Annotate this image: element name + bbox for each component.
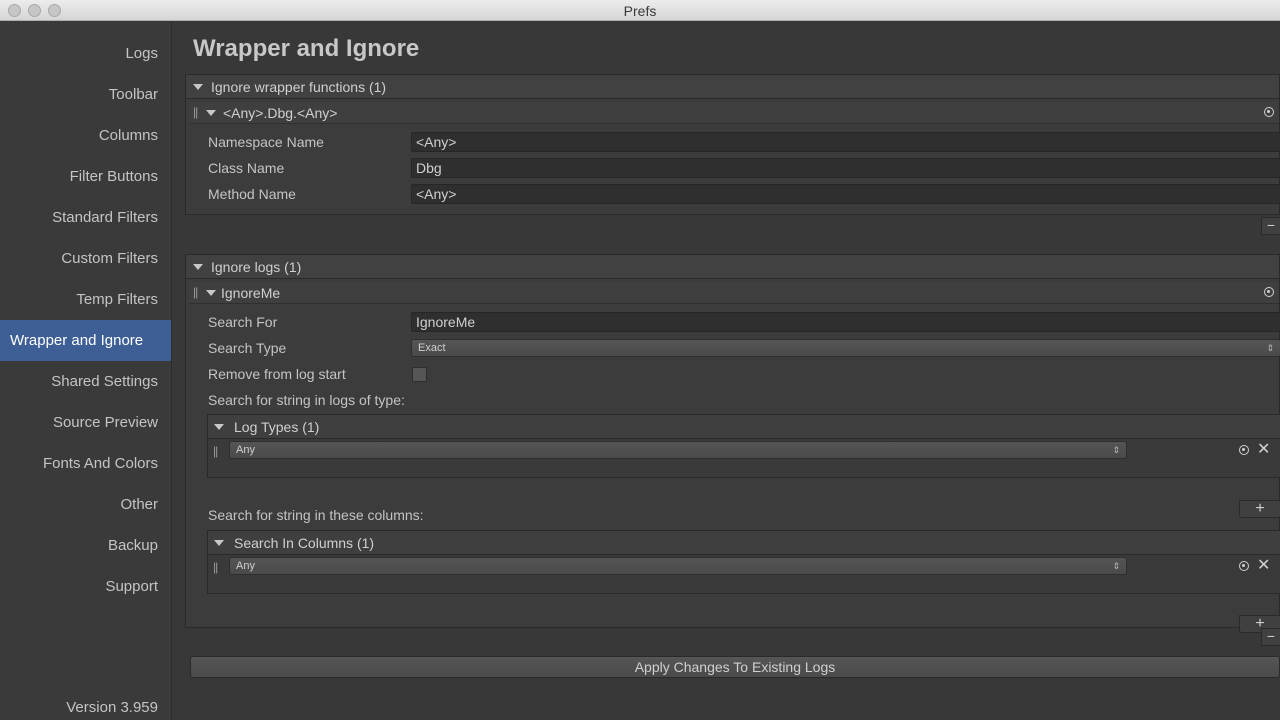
dropdown-arrow-icon: ⇕ (1112, 561, 1120, 571)
log-types-title: Log Types (1) (234, 419, 320, 435)
collapse-triangle-icon[interactable] (193, 84, 203, 90)
sidebar-item-toolbar[interactable]: Toolbar (0, 74, 171, 115)
drag-handle-icon[interactable]: || (213, 444, 218, 458)
dropdown-arrow-icon: ⇕ (1112, 445, 1120, 455)
eye-icon[interactable] (1264, 107, 1274, 117)
sidebar: Logs Toolbar Columns Filter Buttons Stan… (0, 21, 172, 720)
class-name-field[interactable]: Dbg (411, 158, 1280, 178)
search-for-label: Search For (208, 314, 278, 330)
wrapper-section-header[interactable]: Ignore wrapper functions (1) (186, 75, 1279, 99)
sidebar-item-logs[interactable]: Logs (0, 33, 171, 74)
dropdown-arrow-icon: ⇕ (1266, 343, 1274, 353)
search-type-label: Search Type (208, 340, 287, 356)
apply-changes-button[interactable]: Apply Changes To Existing Logs (190, 656, 1280, 678)
search-columns-title: Search In Columns (1) (234, 535, 375, 551)
add-log-type-button[interactable]: + (1239, 500, 1280, 518)
remove-wrapper-button[interactable]: − (1261, 217, 1280, 235)
columns-prompt: Search for string in these columns: (208, 507, 424, 523)
sidebar-item-support[interactable]: Support (0, 566, 171, 607)
search-type-dropdown[interactable]: Exact ⇕ (411, 339, 1280, 357)
ignore-logs-section-title: Ignore logs (1) (211, 259, 302, 275)
drag-handle-icon[interactable]: || (193, 105, 198, 119)
sidebar-item-shared-settings[interactable]: Shared Settings (0, 361, 171, 402)
page-title: Wrapper and Ignore (193, 35, 420, 62)
sidebar-item-other[interactable]: Other (0, 484, 171, 525)
log-types-list: Log Types (1) || Any ⇕ ✕ (207, 414, 1280, 478)
wrapper-item-header[interactable]: || <Any>.Dbg.<Any> (190, 102, 1279, 124)
version-label: Version 3.959 (66, 699, 158, 716)
collapse-triangle-icon[interactable] (193, 264, 203, 270)
ignore-item-header[interactable]: || IgnoreMe (190, 282, 1279, 304)
search-columns-list: Search In Columns (1) || Any ⇕ ✕ (207, 530, 1280, 594)
collapse-triangle-icon[interactable] (214, 540, 224, 546)
remove-from-log-start-label: Remove from log start (208, 366, 346, 382)
wrapper-section: Ignore wrapper functions (1) || <Any>.Db… (185, 74, 1280, 215)
sidebar-item-wrapper-and-ignore[interactable]: Wrapper and Ignore (0, 320, 171, 361)
collapse-triangle-icon[interactable] (214, 424, 224, 430)
log-type-value: Any (236, 444, 255, 456)
sidebar-item-source-preview[interactable]: Source Preview (0, 402, 171, 443)
sidebar-item-filter-buttons[interactable]: Filter Buttons (0, 156, 171, 197)
log-types-header[interactable]: Log Types (1) (208, 415, 1280, 439)
sidebar-item-fonts-and-colors[interactable]: Fonts And Colors (0, 443, 171, 484)
eye-icon[interactable] (1264, 287, 1274, 297)
drag-handle-icon[interactable]: || (193, 285, 198, 299)
search-column-dropdown[interactable]: Any ⇕ (229, 557, 1127, 575)
drag-handle-icon[interactable]: || (213, 560, 218, 574)
search-column-value: Any (236, 560, 255, 572)
namespace-name-label: Namespace Name (208, 134, 324, 150)
class-name-label: Class Name (208, 160, 285, 176)
sidebar-item-temp-filters[interactable]: Temp Filters (0, 279, 171, 320)
method-name-field[interactable]: <Any> (411, 184, 1280, 204)
search-for-field[interactable]: IgnoreMe (411, 312, 1280, 332)
ignore-item-title: IgnoreMe (221, 285, 281, 301)
main-panel: Wrapper and Ignore Ignore wrapper functi… (173, 21, 1280, 720)
sidebar-item-backup[interactable]: Backup (0, 525, 171, 566)
sidebar-item-columns[interactable]: Columns (0, 115, 171, 156)
log-types-prompt: Search for string in logs of type: (208, 392, 405, 408)
search-columns-header[interactable]: Search In Columns (1) (208, 531, 1280, 555)
window-titlebar: Prefs (0, 0, 1280, 21)
eye-icon[interactable] (1239, 445, 1249, 455)
log-type-dropdown[interactable]: Any ⇕ (229, 441, 1127, 459)
ignore-logs-section-header[interactable]: Ignore logs (1) (186, 255, 1279, 279)
method-name-label: Method Name (208, 186, 296, 202)
sidebar-item-standard-filters[interactable]: Standard Filters (0, 197, 171, 238)
search-type-value: Exact (418, 342, 446, 354)
wrapper-section-title: Ignore wrapper functions (1) (211, 79, 387, 95)
window-title: Prefs (623, 3, 657, 19)
sidebar-item-custom-filters[interactable]: Custom Filters (0, 238, 171, 279)
collapse-triangle-icon[interactable] (206, 110, 216, 116)
wrapper-item-title: <Any>.Dbg.<Any> (223, 105, 338, 121)
namespace-name-field[interactable]: <Any> (411, 132, 1280, 152)
close-icon[interactable]: ✕ (1257, 558, 1270, 574)
close-icon[interactable]: ✕ (1257, 442, 1270, 458)
eye-icon[interactable] (1239, 561, 1249, 571)
ignore-logs-section: Ignore logs (1) || IgnoreMe Search For I… (185, 254, 1280, 633)
collapse-triangle-icon[interactable] (206, 290, 216, 296)
remove-ignore-button[interactable]: − (1261, 628, 1280, 646)
remove-from-log-start-checkbox[interactable] (412, 367, 427, 382)
